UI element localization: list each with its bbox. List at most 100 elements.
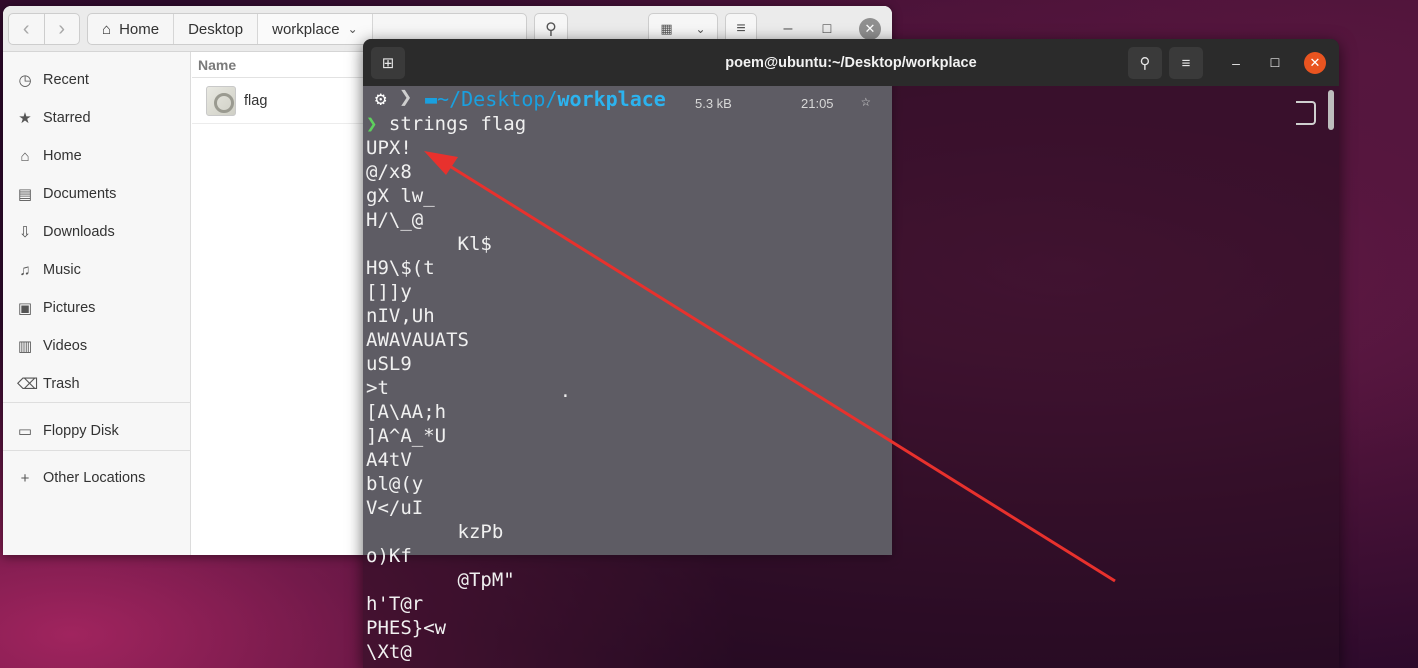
sidebar-item-label: Floppy Disk (43, 423, 119, 439)
sidebar-item-label: Starred (43, 110, 91, 126)
sidebar-separator (3, 450, 191, 451)
sidebar-item-label: Home (43, 148, 82, 164)
close-button[interactable]: ✕ (859, 18, 881, 40)
search-icon: ⚲ (545, 21, 557, 38)
output-line: H9\$(t (366, 257, 435, 279)
nav-buttons: ‹ › (8, 13, 80, 45)
sidebar-item-label: Recent (43, 72, 89, 88)
output-line: PHES}<w (366, 617, 447, 639)
sidebar-item-label: Music (43, 262, 81, 278)
maximize-icon: ☐ (821, 22, 833, 36)
output-line: gX lw_ (366, 185, 435, 207)
terminal-titlebar: poem@ubuntu:~/Desktop/workplace ⊞ ⚲ ≡ – … (363, 39, 1339, 86)
terminal-minimize-button[interactable]: – (1225, 52, 1247, 74)
cursor-bracket-icon (1296, 101, 1316, 125)
sidebar: ◷ Recent ★ Starred ⌂ Home ▤ Documents ⇩ Downloads… (3, 52, 191, 555)
breadcrumb-workplace[interactable]: workplace ⌄ (258, 14, 373, 44)
output-line: uSL9 (366, 353, 412, 375)
output-line: >t (366, 377, 389, 399)
sidebar-item-home[interactable]: ⌂ Home (3, 138, 191, 174)
terminal-window: poem@ubuntu:~/Desktop/workplace ⊞ ⚲ ≡ – … (363, 39, 1339, 668)
terminal-content[interactable]: ⚙ ❯ ▬~/Desktop/workplace 5.3 kB 21:05 ☆ … (363, 86, 1323, 668)
sidebar-item-starred[interactable]: ★ Starred (3, 100, 191, 136)
prompt-separator-icon: ❯ (399, 85, 413, 110)
star-icon: ☆ (861, 91, 871, 110)
sidebar-item-downloads[interactable]: ⇩ Downloads (3, 214, 191, 250)
file-name: flag (244, 93, 268, 109)
output-line: kzPb (366, 521, 504, 543)
hamburger-icon: ≡ (736, 20, 746, 37)
output-line: h'T@r (366, 593, 424, 615)
breadcrumb-desktop[interactable]: Desktop (174, 14, 259, 44)
output-line: Kl$ (366, 233, 492, 255)
output-line: nIV,Uh (366, 305, 435, 327)
output-line: H/\_@ (366, 209, 424, 231)
ubuntu-icon: ⚙ (375, 88, 387, 110)
floppy-icon: ▭ (17, 423, 33, 440)
file-icon (206, 86, 236, 116)
output-line: @/x8 (366, 161, 412, 183)
sidebar-item-other-locations[interactable]: + Other Locations (3, 460, 191, 496)
command-line: ❯ strings flag (366, 112, 526, 136)
sidebar-item-pictures[interactable]: ▣ Pictures (3, 290, 191, 326)
close-icon: ✕ (864, 21, 876, 36)
trash-icon: ⌫ (17, 376, 39, 393)
output-line: AWAVAUATS (366, 329, 469, 351)
new-tab-icon: ⊞ (381, 55, 395, 72)
sidebar-item-label: Trash (43, 376, 80, 392)
terminal-search-button[interactable]: ⚲ (1128, 47, 1162, 79)
output-line: UPX! (366, 137, 412, 159)
output-line: bl@(y (366, 473, 424, 495)
sidebar-item-label: Pictures (43, 300, 96, 316)
download-icon: ⇩ (18, 224, 32, 241)
sidebar-item-label: Downloads (43, 224, 115, 240)
sidebar-item-documents[interactable]: ▤ Documents (3, 176, 191, 212)
folder-icon: ▬ (425, 87, 438, 111)
prompt-chevron: ❯ (366, 113, 378, 135)
home-icon: ⌂ (102, 20, 112, 38)
prompt-size: 5.3 kB (695, 96, 732, 111)
maximize-icon: ☐ (1269, 56, 1281, 70)
plus-icon: + (20, 469, 30, 487)
sidebar-item-music[interactable]: ♫ Music (3, 252, 191, 288)
terminal-maximize-button[interactable]: ☐ (1264, 52, 1286, 74)
sidebar-item-floppy-disk[interactable]: ▭ Floppy Disk (3, 413, 191, 449)
video-icon: ▥ (17, 338, 33, 355)
sidebar-item-trash[interactable]: ⌫ Trash (3, 366, 191, 402)
sidebar-item-label: Documents (43, 186, 117, 202)
prompt-path: ▬~/Desktop/workplace (425, 87, 666, 111)
command-text: strings flag (388, 113, 527, 135)
output-line: V</uI (366, 497, 424, 519)
home-icon: ⌂ (20, 147, 30, 165)
output-line: o)Kf (366, 545, 412, 567)
sidebar-item-label: Other Locations (43, 470, 146, 486)
chevron-down-icon: ⌄ (347, 22, 358, 36)
star-icon: ★ (18, 110, 32, 127)
terminal-menu-button[interactable]: ≡ (1169, 47, 1203, 79)
forward-icon[interactable]: › (45, 14, 80, 44)
hamburger-icon: ≡ (1181, 54, 1191, 72)
sidebar-item-videos[interactable]: ▥ Videos (3, 328, 191, 364)
output-line: A4tV (366, 449, 412, 471)
stray-dot: . (560, 381, 571, 402)
breadcrumb-home[interactable]: ⌂ Home (88, 14, 175, 44)
clock-icon: ◷ (18, 72, 32, 89)
terminal-close-button[interactable]: ✕ (1304, 52, 1326, 74)
output-line: [A\AA;h (366, 401, 447, 423)
minimize-icon: – (783, 20, 793, 37)
minimize-icon: – (1232, 55, 1240, 71)
back-icon[interactable]: ‹ (9, 14, 45, 44)
output-line: @TpM" (366, 569, 515, 591)
chevron-down-icon: ⌄ (695, 22, 706, 36)
terminal-scrollbar[interactable] (1328, 90, 1334, 130)
document-icon: ▤ (17, 186, 33, 203)
new-tab-button[interactable]: ⊞ (371, 47, 405, 79)
sidebar-separator (3, 402, 191, 403)
picture-icon: ▣ (17, 300, 33, 317)
close-icon: ✕ (1309, 55, 1321, 70)
sidebar-item-label: Videos (43, 338, 88, 354)
output-line: ]A^A_*U (366, 425, 447, 447)
prompt-time: 21:05 (801, 96, 834, 111)
sidebar-item-recent[interactable]: ◷ Recent (3, 62, 191, 98)
output-line: []]y (366, 281, 412, 303)
